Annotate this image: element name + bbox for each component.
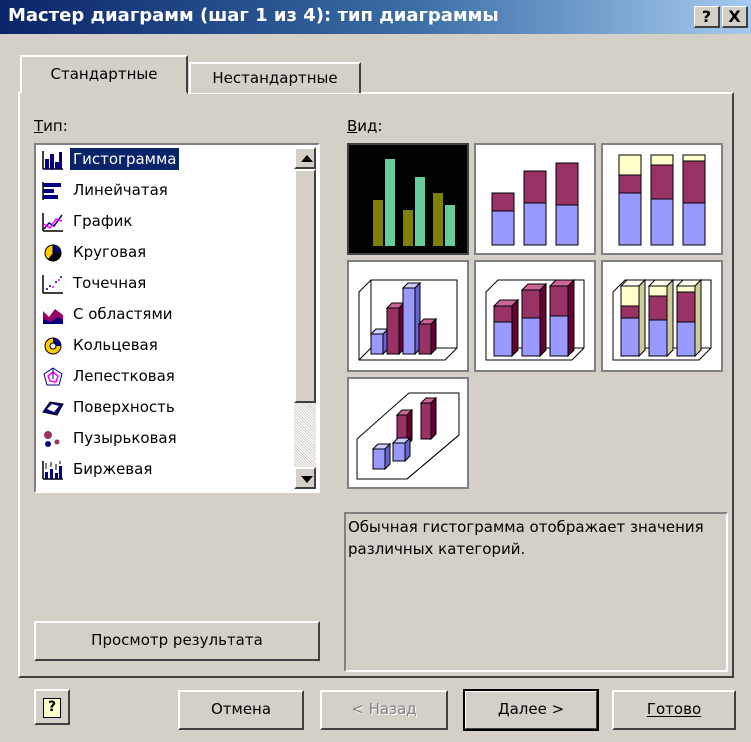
next-label: Далее > — [497, 700, 565, 718]
list-item-label: Круговая — [73, 243, 147, 261]
list-item-bubble[interactable]: Пузырьковая — [40, 424, 296, 454]
stacked-column-preview — [491, 162, 579, 246]
subtype-3d-100-stacked-column[interactable] — [601, 260, 723, 372]
scroll-thumb[interactable] — [294, 169, 316, 403]
list-item-radar[interactable]: Лепестковая — [40, 362, 296, 392]
chart-wizard-dialog: Мастер диаграмм (шаг 1 из 4): тип диагра… — [0, 0, 751, 742]
subtype-3d-column[interactable] — [347, 377, 469, 489]
list-item-scatter[interactable]: Точечная — [40, 269, 296, 299]
chart-description: Обычная гистограмма отображает значения … — [348, 518, 704, 558]
subtype-3d-clustered-column[interactable] — [347, 260, 469, 372]
back-label: < Назад — [351, 700, 417, 718]
tab-standard[interactable]: Стандартные — [20, 55, 188, 94]
list-item-doughnut[interactable]: Кольцевая — [40, 331, 296, 361]
stock-chart-icon — [42, 461, 63, 480]
surface-chart-icon — [42, 401, 64, 416]
close-icon: X — [728, 7, 741, 26]
cancel-button[interactable]: Отмена — [178, 690, 304, 730]
type-label: Тип: — [34, 117, 68, 135]
list-item-surface[interactable]: Поверхность — [40, 393, 296, 423]
list-item-area[interactable]: С областями — [40, 300, 296, 330]
scatter-chart-icon — [42, 275, 63, 294]
preview-result-button[interactable]: Просмотр результата — [34, 621, 320, 661]
arrow-up-icon — [301, 155, 313, 162]
list-scrollbar[interactable] — [294, 147, 316, 489]
list-item-label: Пузырьковая — [73, 429, 177, 447]
line-chart-icon — [42, 213, 63, 232]
list-item-stock[interactable]: Биржевая — [40, 455, 296, 485]
title-bar[interactable]: Мастер диаграмм (шаг 1 из 4): тип диагра… — [0, 0, 751, 34]
subtype-clustered-column[interactable] — [347, 143, 469, 255]
scroll-up-button[interactable] — [294, 147, 316, 169]
pie-chart-icon — [44, 244, 62, 262]
clustered-column-preview — [373, 159, 455, 246]
3d-100-stacked-column-preview — [612, 278, 712, 361]
list-item-bar[interactable]: Линейчатая — [40, 176, 296, 206]
list-item-column[interactable]: Гистограмма — [40, 145, 296, 175]
scroll-down-button[interactable] — [294, 467, 316, 489]
back-button[interactable]: < Назад — [320, 690, 448, 730]
cancel-label: Отмена — [210, 700, 272, 718]
list-item-label: График — [73, 212, 133, 230]
3d-column-preview — [356, 392, 460, 480]
list-item-label: С областями — [73, 305, 173, 323]
bar-chart-icon — [42, 182, 61, 200]
bubble-chart-icon — [44, 431, 60, 447]
close-button[interactable]: X — [722, 6, 748, 28]
arrow-down-icon — [301, 476, 313, 483]
preview-result-label: Просмотр результата — [91, 631, 263, 649]
chart-type-list[interactable]: Гистограмма Линейчатая График Круговая Т… — [34, 143, 320, 493]
doughnut-chart-icon — [44, 337, 62, 355]
list-item-label: Гистограмма — [68, 147, 181, 171]
100-stacked-column-preview — [618, 154, 706, 246]
help-icon: ? — [43, 698, 61, 718]
list-item-label: Точечная — [73, 274, 147, 292]
list-item-label: Линейчатая — [73, 181, 168, 199]
3d-clustered-column-preview — [358, 279, 458, 361]
list-item-label: Кольцевая — [73, 336, 158, 354]
chart-description-box: Обычная гистограмма отображает значения … — [344, 512, 728, 672]
subtype-100-stacked-column[interactable] — [601, 143, 723, 255]
office-assistant-help-button[interactable]: ? — [34, 689, 70, 725]
subtype-stacked-column[interactable] — [474, 143, 596, 255]
list-item-label: Биржевая — [73, 460, 153, 478]
finish-label: Готово — [646, 700, 702, 718]
list-item-pie[interactable]: Круговая — [40, 238, 296, 268]
tab-custom-label: Нестандартные — [212, 69, 338, 87]
view-label: Вид: — [347, 117, 383, 135]
list-item-line[interactable]: График — [40, 207, 296, 237]
question-icon: ? — [701, 7, 712, 26]
tab-custom[interactable]: Нестандартные — [189, 62, 361, 93]
tab-standard-label: Стандартные — [50, 65, 158, 83]
subtype-3d-stacked-column[interactable] — [474, 260, 596, 372]
help-title-button[interactable]: ? — [694, 6, 720, 28]
next-button[interactable]: Далее > — [463, 689, 599, 731]
list-item-label: Лепестковая — [73, 367, 175, 385]
list-item-label: Поверхность — [73, 398, 175, 416]
radar-chart-icon — [43, 367, 63, 386]
3d-stacked-column-preview — [485, 278, 585, 361]
finish-button[interactable]: Готово — [612, 690, 736, 730]
window-title: Мастер диаграмм (шаг 1 из 4): тип диагра… — [8, 5, 499, 26]
area-chart-icon — [43, 309, 63, 324]
column-chart-icon — [42, 151, 63, 170]
